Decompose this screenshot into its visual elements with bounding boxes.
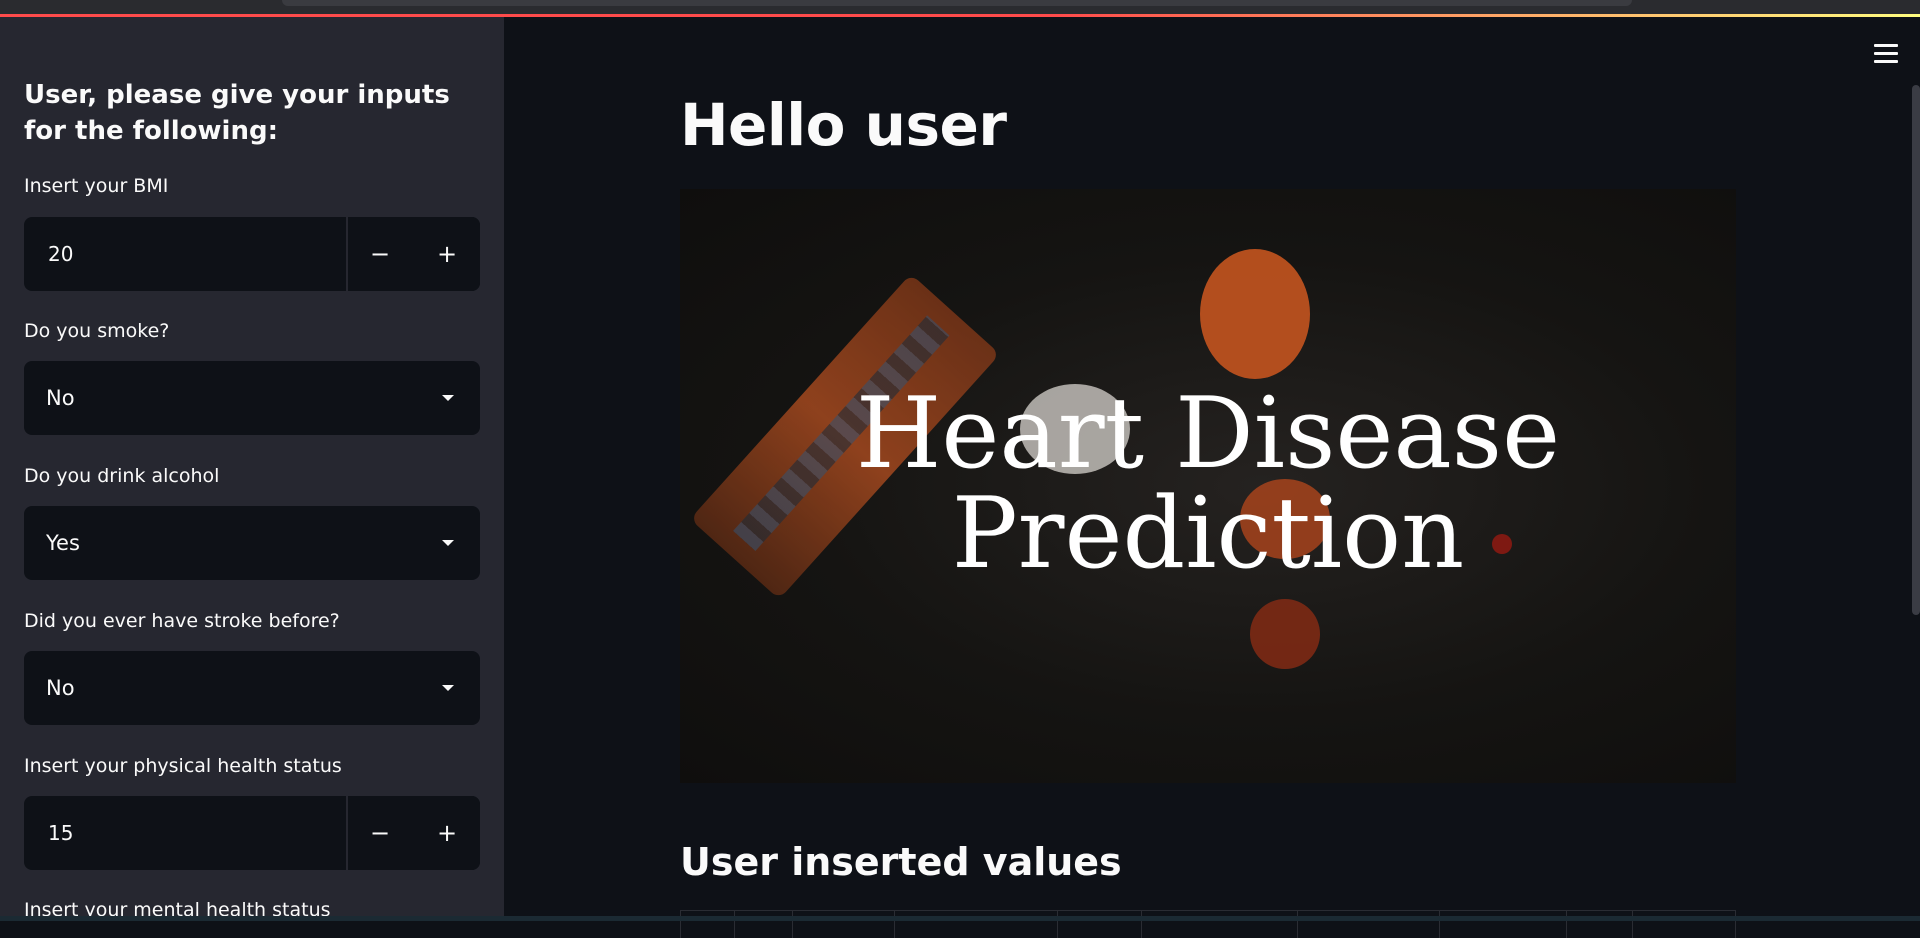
physical-health-number-input: 15 − +	[24, 796, 480, 870]
sidebar-title: User, please give your inputs for the fo…	[24, 77, 484, 149]
bmi-field[interactable]: 20	[24, 217, 346, 291]
scrollbar[interactable]	[1912, 85, 1920, 615]
physical-health-increment-button[interactable]: +	[414, 796, 480, 870]
plus-icon: +	[437, 240, 457, 268]
bmi-value: 20	[48, 217, 73, 291]
stroke-label: Did you ever have stroke before?	[24, 610, 340, 632]
chevron-down-icon	[442, 540, 454, 546]
hero-title-line1: Heart Disease	[680, 384, 1736, 484]
bmi-label: Insert your BMI	[24, 175, 168, 197]
minus-icon: −	[370, 819, 390, 847]
stroke-selected-value: No	[46, 651, 75, 725]
physical-health-decrement-button[interactable]: −	[346, 796, 412, 870]
physical-health-field[interactable]: 15	[24, 796, 346, 870]
alcohol-selected-value: Yes	[46, 506, 80, 580]
alcohol-select[interactable]: Yes	[24, 506, 480, 580]
physical-health-value: 15	[48, 796, 73, 870]
browser-top-bar	[0, 0, 1920, 14]
hero-title-line2: Prediction	[680, 484, 1736, 584]
chevron-down-icon	[442, 685, 454, 691]
user-values-table	[680, 910, 1736, 938]
bmi-decrement-button[interactable]: −	[346, 217, 412, 291]
hamburger-menu-icon[interactable]	[1874, 44, 1898, 64]
hero-title: Heart Disease Prediction	[680, 384, 1736, 584]
hero-banner-image: Heart Disease Prediction	[680, 189, 1736, 783]
bottom-edge	[0, 916, 1920, 921]
browser-url-strip	[282, 0, 1632, 6]
smoke-selected-value: No	[46, 361, 75, 435]
minus-icon: −	[370, 240, 390, 268]
smoke-select[interactable]: No	[24, 361, 480, 435]
physical-health-label: Insert your physical health status	[24, 755, 342, 777]
bmi-number-input: 20 − +	[24, 217, 480, 291]
smoke-label: Do you smoke?	[24, 320, 169, 342]
plus-icon: +	[437, 819, 457, 847]
bmi-increment-button[interactable]: +	[414, 217, 480, 291]
section-title: User inserted values	[680, 840, 1122, 884]
stroke-select[interactable]: No	[24, 651, 480, 725]
paramedic-figure	[1200, 249, 1310, 379]
alcohol-label: Do you drink alcohol	[24, 465, 219, 487]
page-title: Hello user	[680, 91, 1006, 159]
sidebar: User, please give your inputs for the fo…	[0, 17, 504, 921]
main-content: Hello user Heart Disease Prediction User…	[504, 17, 1920, 921]
chevron-down-icon	[442, 395, 454, 401]
